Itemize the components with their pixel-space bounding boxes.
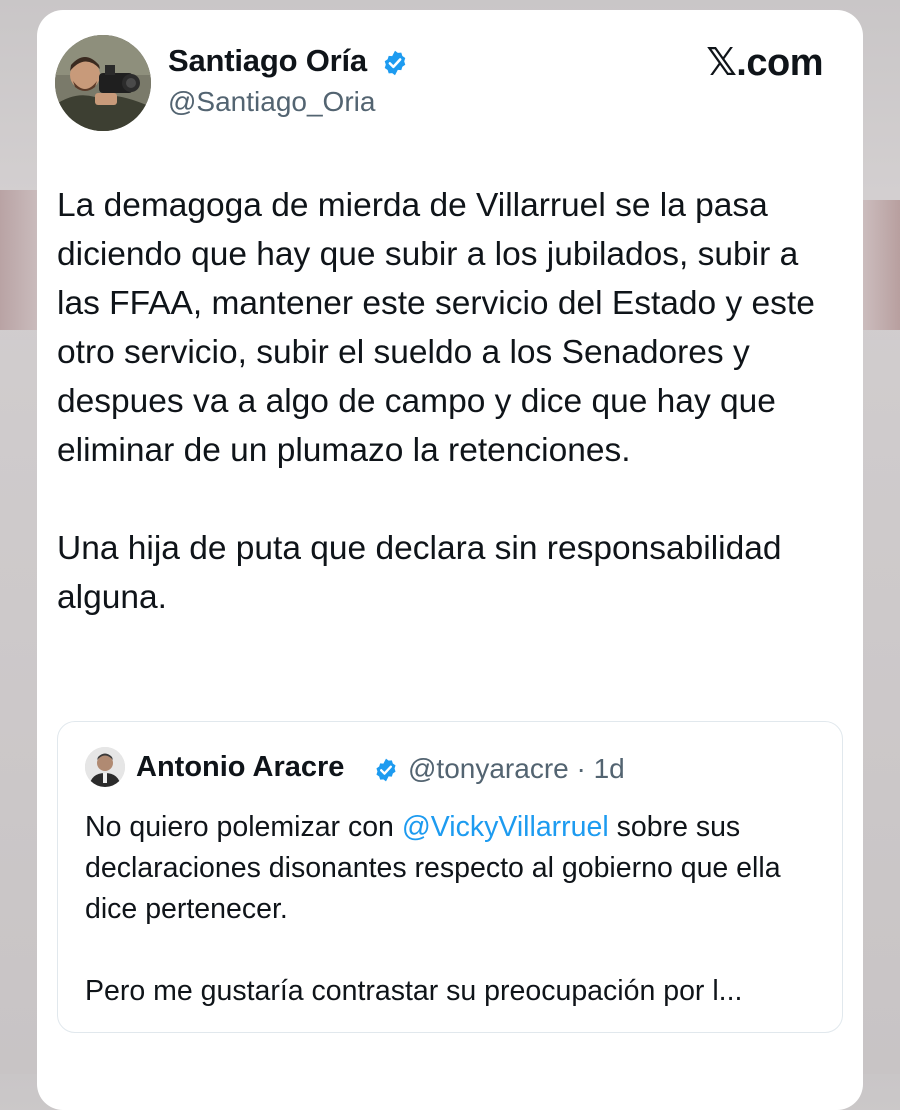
background-blur-right [860, 200, 900, 330]
tweet-paragraph: La demagoga de mierda de Villarruel se l… [57, 187, 815, 469]
author-handle[interactable]: @Santiago_Oria [168, 86, 375, 118]
quoted-text-segment: No quiero polemizar con [85, 811, 402, 843]
x-brand-logo: 𝕏.com [706, 42, 823, 84]
quoted-author-name[interactable]: Antonio Aracre [136, 751, 344, 784]
tweet-body: La demagoga de mierda de Villarruel se l… [57, 181, 847, 622]
author-avatar[interactable] [55, 35, 151, 131]
quoted-tweet-paragraph: Pero me gustaría contrastar su preocupac… [85, 975, 743, 1007]
quoted-author-avatar[interactable] [85, 747, 125, 787]
quoted-tweet-body: No quiero polemizar con @VickyVillarruel… [85, 807, 825, 1012]
verified-badge-icon [376, 758, 396, 782]
author-name[interactable]: Santiago Oría [168, 43, 367, 79]
mention-link[interactable]: @VickyVillarruel [402, 811, 609, 843]
avatar-photo [85, 747, 125, 787]
quoted-author-handle-time[interactable]: @tonyaracre · 1d [408, 753, 625, 785]
verified-badge-icon [384, 50, 406, 76]
background-blur-left [0, 190, 40, 330]
quoted-tweet-paragraph: No quiero polemizar con @VickyVillarruel… [85, 807, 825, 930]
tweet-paragraph: Una hija de puta que declara sin respons… [57, 530, 782, 616]
avatar-photo [55, 35, 151, 131]
quoted-tweet[interactable]: Antonio Aracre @tonyaracre · 1d No quier… [57, 721, 843, 1033]
tweet-card: Santiago Oría @Santiago_Oria 𝕏.com La de… [37, 10, 863, 1110]
